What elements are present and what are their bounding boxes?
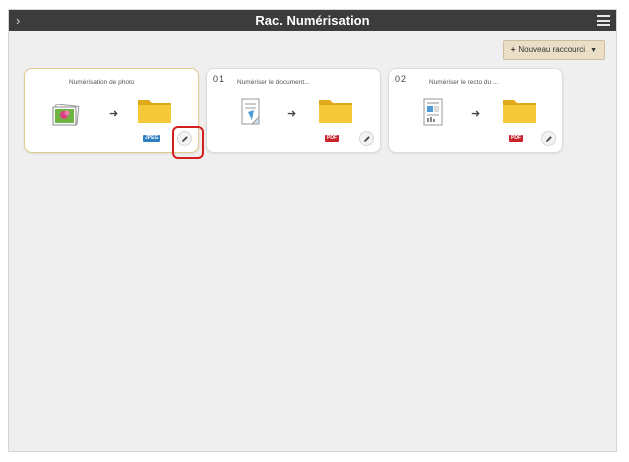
- format-badge: JPEG: [143, 135, 161, 142]
- shortcut-card-photo[interactable]: Numérisation de photo ➜ JPEG: [24, 68, 199, 153]
- format-badge: PDF: [509, 135, 523, 142]
- title-bar: › Rac. Numérisation: [9, 10, 616, 31]
- edit-pencil-button[interactable]: [359, 131, 374, 146]
- shortcut-card-document[interactable]: 01 Numériser le document... ➜ PDF: [206, 68, 381, 153]
- back-chevron-icon[interactable]: ›: [16, 10, 20, 31]
- card-title: Numériser le recto du ...: [429, 79, 499, 86]
- window-title: Rac. Numérisation: [255, 13, 370, 28]
- plus-icon: +: [510, 45, 516, 54]
- pencil-icon: [182, 136, 188, 142]
- dropdown-caret-icon: ▼: [590, 47, 597, 54]
- format-badge: PDF: [325, 135, 339, 142]
- card-number: 01: [213, 74, 226, 84]
- arrow-right-icon: ➜: [109, 108, 119, 120]
- arrow-right-icon: ➜: [287, 108, 297, 120]
- document-icon: [241, 98, 260, 125]
- scan-shortcuts-window: › Rac. Numérisation + Nouveau raccourci ▼ …: [8, 9, 617, 452]
- front-page-icon: [423, 98, 443, 126]
- card-number: 02: [395, 74, 408, 84]
- new-shortcut-label: Nouveau raccourci: [518, 45, 586, 54]
- new-shortcut-button[interactable]: + Nouveau raccourci ▼: [502, 40, 605, 60]
- edit-pencil-button[interactable]: [541, 131, 556, 146]
- pencil-icon: [546, 136, 552, 142]
- shortcut-card-front-page[interactable]: 02 Numériser le recto du ... ➜ PDF: [388, 68, 563, 153]
- card-title: Numériser le document...: [237, 79, 310, 86]
- edit-pencil-button[interactable]: [177, 131, 192, 146]
- folder-icon: [503, 100, 536, 123]
- card-title: Numérisation de photo: [69, 79, 135, 86]
- folder-icon: [138, 100, 171, 123]
- arrow-right-icon: ➜: [471, 108, 481, 120]
- folder-icon: [319, 100, 352, 123]
- photo-icon: [52, 104, 80, 126]
- pencil-icon: [364, 136, 370, 142]
- hamburger-menu-icon[interactable]: [597, 15, 610, 26]
